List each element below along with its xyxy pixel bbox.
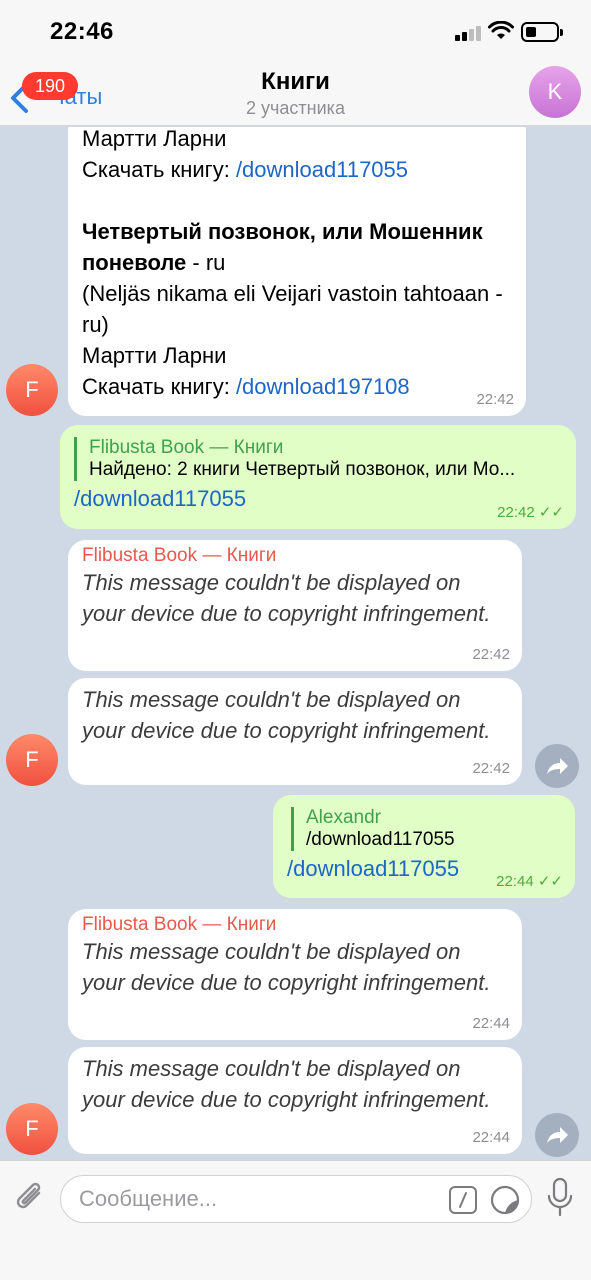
blocked-text: This message couldn't be displayed on yo… [82, 570, 491, 626]
message-blocked[interactable]: Flibusta Book — Книги This message could… [68, 540, 522, 671]
chat-subtitle: 2 участника [246, 98, 345, 118]
message-blocked[interactable]: Flibusta Book — Книги This message could… [68, 909, 522, 1040]
original-title: (Neljäs nikama eli Veijari vastoin tahto… [82, 281, 503, 337]
share-button[interactable] [535, 744, 579, 788]
message-blocked[interactable]: This message couldn't be displayed on yo… [68, 1047, 522, 1154]
reply-author: Flibusta Book — Книги [89, 437, 284, 458]
message-time: 22:44 [472, 1015, 510, 1032]
reply-text: Найдено: 2 книги Четвертый позвонок, или… [89, 459, 516, 480]
slash-glyph [459, 1192, 467, 1208]
message-time: 22:42 [472, 646, 510, 663]
message-text: Мартти Ларни Скачать книгу: /download117… [82, 127, 512, 402]
message-outgoing[interactable]: Flibusta Book — Книги Найдено: 2 книги Ч… [60, 425, 576, 529]
reply-author: Alexandr [306, 807, 381, 828]
message-time: 22:44 [472, 1129, 510, 1146]
share-icon [547, 1127, 568, 1143]
message-blocked[interactable]: This message couldn't be displayed on yo… [68, 678, 522, 785]
sticker-icon[interactable] [489, 1184, 521, 1216]
paperclip-icon[interactable] [12, 1179, 48, 1219]
command-icon[interactable] [449, 1186, 477, 1214]
book-title-line: Четвертый позвонок, или Мошенник поневол… [82, 219, 483, 275]
blocked-text: This message couldn't be displayed on yo… [82, 939, 491, 995]
message-input-container[interactable] [60, 1175, 532, 1223]
battery-icon [521, 22, 563, 42]
message-input[interactable] [79, 1184, 439, 1214]
read-check-icon: ✓✓ [537, 873, 563, 890]
message-outgoing[interactable]: Alexandr /download117055 /download117055… [273, 795, 575, 898]
download-line: Скачать книгу: /download117055 [82, 157, 409, 182]
sender-name[interactable]: Flibusta Book — Книги [82, 914, 508, 936]
download-line: Скачать книгу: /download197108 [82, 374, 410, 399]
message-time: 22:42 ✓✓ [497, 504, 564, 521]
microphone-icon[interactable] [546, 1177, 574, 1219]
nav-bar: Чаты 190 Книги 2 участника K [0, 60, 591, 126]
signal-icon [455, 25, 483, 41]
message-time: 22:42 [472, 760, 510, 777]
status-time: 22:46 [50, 18, 114, 45]
message-link[interactable]: /download117055 [74, 486, 246, 511]
share-icon [547, 758, 568, 774]
message-time: 22:42 [476, 391, 514, 408]
chat-area[interactable]: Мартти Ларни Скачать книгу: /download117… [0, 127, 591, 1160]
book-title: Четвертый позвонок, или Мошенник поневол… [82, 219, 483, 275]
sender-name[interactable]: Flibusta Book — Книги [82, 545, 508, 567]
message-book-list[interactable]: Мартти Ларни Скачать книгу: /download117… [68, 127, 526, 416]
read-check-icon: ✓✓ [538, 504, 564, 521]
reply-quote[interactable]: Flibusta Book — Книги Найдено: 2 книги Ч… [74, 437, 562, 481]
blocked-text: This message couldn't be displayed on yo… [82, 687, 491, 743]
reply-quote[interactable]: Alexandr /download117055 [291, 807, 561, 851]
share-button[interactable] [535, 1113, 579, 1157]
download-link[interactable]: /download197108 [236, 374, 410, 399]
sender-avatar[interactable]: F [6, 364, 58, 416]
input-bar [0, 1160, 591, 1280]
author-line: Мартти Ларни [82, 343, 227, 368]
chat-title[interactable]: Книги [0, 68, 591, 96]
download-link[interactable]: /download117055 [236, 157, 408, 182]
chat-avatar[interactable]: K [529, 66, 581, 118]
sender-avatar[interactable]: F [6, 734, 58, 786]
sender-avatar[interactable]: F [6, 1103, 58, 1155]
wifi-icon [488, 21, 514, 39]
reply-text: /download117055 [306, 829, 455, 850]
message-time: 22:44 ✓✓ [496, 873, 563, 890]
blocked-text: This message couldn't be displayed on yo… [82, 1056, 491, 1112]
message-link[interactable]: /download117055 [287, 856, 459, 881]
status-bar: 22:46 [0, 0, 591, 60]
author-line: Мартти Ларни [82, 127, 227, 151]
